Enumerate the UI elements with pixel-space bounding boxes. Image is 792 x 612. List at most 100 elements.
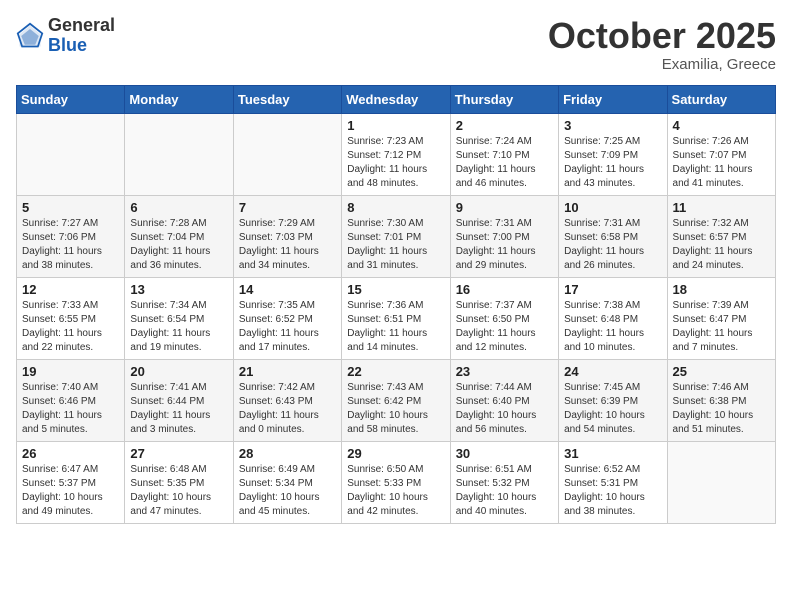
table-row: 1 Sunrise: 7:23 AM Sunset: 7:12 PM Daylig… bbox=[342, 113, 450, 195]
day-number: 3 bbox=[564, 118, 661, 133]
calendar-header-row: Sunday Monday Tuesday Wednesday Thursday… bbox=[17, 85, 776, 113]
col-monday: Monday bbox=[125, 85, 233, 113]
day-number: 6 bbox=[130, 200, 227, 215]
col-friday: Friday bbox=[559, 85, 667, 113]
day-number: 24 bbox=[564, 364, 661, 379]
day-detail: Sunrise: 7:35 AM Sunset: 6:52 PM Dayligh… bbox=[239, 299, 336, 355]
day-number: 23 bbox=[456, 364, 553, 379]
day-detail: Sunrise: 7:27 AM Sunset: 7:06 PM Dayligh… bbox=[22, 217, 119, 273]
table-row: 20 Sunrise: 7:41 AM Sunset: 6:44 PM Dayli… bbox=[125, 359, 233, 441]
table-row: 28 Sunrise: 6:49 AM Sunset: 5:34 PM Dayli… bbox=[233, 441, 341, 523]
table-row: 9 Sunrise: 7:31 AM Sunset: 7:00 PM Daylig… bbox=[450, 195, 558, 277]
page-header: General Blue October 2025 Examilia, Gree… bbox=[16, 16, 776, 73]
table-row bbox=[125, 113, 233, 195]
day-detail: Sunrise: 6:50 AM Sunset: 5:33 PM Dayligh… bbox=[347, 463, 444, 519]
day-detail: Sunrise: 7:25 AM Sunset: 7:09 PM Dayligh… bbox=[564, 135, 661, 191]
day-number: 26 bbox=[22, 446, 119, 461]
col-tuesday: Tuesday bbox=[233, 85, 341, 113]
day-detail: Sunrise: 7:37 AM Sunset: 6:50 PM Dayligh… bbox=[456, 299, 553, 355]
col-saturday: Saturday bbox=[667, 85, 775, 113]
day-number: 13 bbox=[130, 282, 227, 297]
table-row: 26 Sunrise: 6:47 AM Sunset: 5:37 PM Dayli… bbox=[17, 441, 125, 523]
day-detail: Sunrise: 7:30 AM Sunset: 7:01 PM Dayligh… bbox=[347, 217, 444, 273]
table-row bbox=[17, 113, 125, 195]
table-row: 4 Sunrise: 7:26 AM Sunset: 7:07 PM Daylig… bbox=[667, 113, 775, 195]
day-number: 29 bbox=[347, 446, 444, 461]
day-detail: Sunrise: 7:41 AM Sunset: 6:44 PM Dayligh… bbox=[130, 381, 227, 437]
day-detail: Sunrise: 7:34 AM Sunset: 6:54 PM Dayligh… bbox=[130, 299, 227, 355]
logo-text: General Blue bbox=[48, 16, 115, 56]
day-number: 22 bbox=[347, 364, 444, 379]
table-row: 19 Sunrise: 7:40 AM Sunset: 6:46 PM Dayli… bbox=[17, 359, 125, 441]
day-detail: Sunrise: 7:42 AM Sunset: 6:43 PM Dayligh… bbox=[239, 381, 336, 437]
col-sunday: Sunday bbox=[17, 85, 125, 113]
day-number: 21 bbox=[239, 364, 336, 379]
calendar-week-row: 19 Sunrise: 7:40 AM Sunset: 6:46 PM Dayli… bbox=[17, 359, 776, 441]
day-number: 17 bbox=[564, 282, 661, 297]
day-detail: Sunrise: 6:49 AM Sunset: 5:34 PM Dayligh… bbox=[239, 463, 336, 519]
table-row: 14Sunrise: 7:35 AM Sunset: 6:52 PM Dayli… bbox=[233, 277, 341, 359]
logo-blue: Blue bbox=[48, 35, 87, 55]
day-detail: Sunrise: 7:31 AM Sunset: 7:00 PM Dayligh… bbox=[456, 217, 553, 273]
table-row: 7Sunrise: 7:29 AM Sunset: 7:03 PM Daylig… bbox=[233, 195, 341, 277]
day-detail: Sunrise: 7:43 AM Sunset: 6:42 PM Dayligh… bbox=[347, 381, 444, 437]
table-row: 6 Sunrise: 7:28 AM Sunset: 7:04 PM Daylig… bbox=[125, 195, 233, 277]
day-detail: Sunrise: 7:33 AM Sunset: 6:55 PM Dayligh… bbox=[22, 299, 119, 355]
table-row: 3 Sunrise: 7:25 AM Sunset: 7:09 PM Daylig… bbox=[559, 113, 667, 195]
day-number: 11 bbox=[673, 200, 770, 215]
calendar-week-row: 12 Sunrise: 7:33 AM Sunset: 6:55 PM Dayli… bbox=[17, 277, 776, 359]
day-detail: Sunrise: 7:40 AM Sunset: 6:46 PM Dayligh… bbox=[22, 381, 119, 437]
table-row: 11 Sunrise: 7:32 AM Sunset: 6:57 PM Dayli… bbox=[667, 195, 775, 277]
day-detail: Sunrise: 7:46 AM Sunset: 6:38 PM Dayligh… bbox=[673, 381, 770, 437]
day-number: 30 bbox=[456, 446, 553, 461]
day-detail: Sunrise: 7:44 AM Sunset: 6:40 PM Dayligh… bbox=[456, 381, 553, 437]
month-title: October 2025 bbox=[548, 16, 776, 56]
logo-icon bbox=[16, 22, 44, 50]
day-number: 20 bbox=[130, 364, 227, 379]
location-subtitle: Examilia, Greece bbox=[548, 56, 776, 73]
table-row: 23 Sunrise: 7:44 AM Sunset: 6:40 PM Dayli… bbox=[450, 359, 558, 441]
table-row bbox=[233, 113, 341, 195]
table-row: 16 Sunrise: 7:37 AM Sunset: 6:50 PM Dayli… bbox=[450, 277, 558, 359]
day-detail: Sunrise: 7:23 AM Sunset: 7:12 PM Dayligh… bbox=[347, 135, 444, 191]
day-number: 19 bbox=[22, 364, 119, 379]
day-detail: Sunrise: 7:29 AM Sunset: 7:03 PM Dayligh… bbox=[239, 217, 336, 273]
col-wednesday: Wednesday bbox=[342, 85, 450, 113]
day-number: 1 bbox=[347, 118, 444, 133]
day-number: 15 bbox=[347, 282, 444, 297]
day-number: 16 bbox=[456, 282, 553, 297]
table-row: 31Sunrise: 6:52 AM Sunset: 5:31 PM Dayli… bbox=[559, 441, 667, 523]
calendar-week-row: 26 Sunrise: 6:47 AM Sunset: 5:37 PM Dayli… bbox=[17, 441, 776, 523]
day-detail: Sunrise: 7:36 AM Sunset: 6:51 PM Dayligh… bbox=[347, 299, 444, 355]
day-detail: Sunrise: 7:28 AM Sunset: 7:04 PM Dayligh… bbox=[130, 217, 227, 273]
day-number: 28 bbox=[239, 446, 336, 461]
table-row: 30 Sunrise: 6:51 AM Sunset: 5:32 PM Dayli… bbox=[450, 441, 558, 523]
day-number: 2 bbox=[456, 118, 553, 133]
calendar-week-row: 5Sunrise: 7:27 AM Sunset: 7:06 PM Daylig… bbox=[17, 195, 776, 277]
day-detail: Sunrise: 6:51 AM Sunset: 5:32 PM Dayligh… bbox=[456, 463, 553, 519]
table-row: 12 Sunrise: 7:33 AM Sunset: 6:55 PM Dayli… bbox=[17, 277, 125, 359]
calendar-table: Sunday Monday Tuesday Wednesday Thursday… bbox=[16, 85, 776, 524]
logo: General Blue bbox=[16, 16, 115, 56]
day-detail: Sunrise: 7:31 AM Sunset: 6:58 PM Dayligh… bbox=[564, 217, 661, 273]
calendar-week-row: 1 Sunrise: 7:23 AM Sunset: 7:12 PM Daylig… bbox=[17, 113, 776, 195]
table-row: 10Sunrise: 7:31 AM Sunset: 6:58 PM Dayli… bbox=[559, 195, 667, 277]
day-number: 25 bbox=[673, 364, 770, 379]
day-number: 12 bbox=[22, 282, 119, 297]
table-row: 2Sunrise: 7:24 AM Sunset: 7:10 PM Daylig… bbox=[450, 113, 558, 195]
day-number: 9 bbox=[456, 200, 553, 215]
table-row: 27Sunrise: 6:48 AM Sunset: 5:35 PM Dayli… bbox=[125, 441, 233, 523]
table-row: 13 Sunrise: 7:34 AM Sunset: 6:54 PM Dayli… bbox=[125, 277, 233, 359]
day-detail: Sunrise: 6:47 AM Sunset: 5:37 PM Dayligh… bbox=[22, 463, 119, 519]
logo-general: General bbox=[48, 15, 115, 35]
table-row: 22 Sunrise: 7:43 AM Sunset: 6:42 PM Dayli… bbox=[342, 359, 450, 441]
title-block: October 2025 Examilia, Greece bbox=[548, 16, 776, 73]
day-detail: Sunrise: 7:32 AM Sunset: 6:57 PM Dayligh… bbox=[673, 217, 770, 273]
col-thursday: Thursday bbox=[450, 85, 558, 113]
table-row: 29 Sunrise: 6:50 AM Sunset: 5:33 PM Dayli… bbox=[342, 441, 450, 523]
day-detail: Sunrise: 7:45 AM Sunset: 6:39 PM Dayligh… bbox=[564, 381, 661, 437]
day-detail: Sunrise: 7:26 AM Sunset: 7:07 PM Dayligh… bbox=[673, 135, 770, 191]
day-number: 4 bbox=[673, 118, 770, 133]
table-row: 21 Sunrise: 7:42 AM Sunset: 6:43 PM Dayli… bbox=[233, 359, 341, 441]
day-number: 8 bbox=[347, 200, 444, 215]
